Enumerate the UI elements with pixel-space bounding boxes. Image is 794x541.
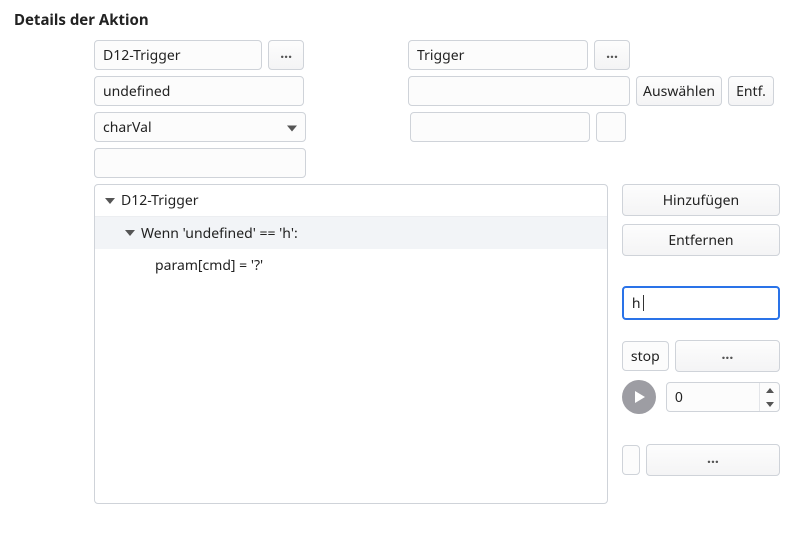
trigger-type-input[interactable]: Trigger xyxy=(408,40,588,70)
charval-small-input[interactable] xyxy=(596,112,626,142)
delay-value: 0 xyxy=(667,383,759,411)
trigger-name-input[interactable]: D12-Trigger xyxy=(94,40,262,70)
remove-button-label: Entfernen xyxy=(668,231,733,250)
tree-node-condition[interactable]: Wenn 'undefined' == 'h': xyxy=(95,217,607,249)
remove-button[interactable]: Entfernen xyxy=(622,224,780,256)
extra-input[interactable] xyxy=(94,148,306,178)
variable-target-input[interactable] xyxy=(408,76,630,106)
tree-node-assignment-label: param[cmd] = '?' xyxy=(155,256,263,275)
tree-node-condition-label: Wenn 'undefined' == 'h': xyxy=(141,224,298,243)
row-trigger-name: D12-Trigger ... Trigger ... xyxy=(94,40,780,70)
chevron-down-icon xyxy=(287,118,297,137)
trigger-name-value: D12-Trigger xyxy=(103,46,181,65)
ellipsis-icon: ... xyxy=(280,44,292,63)
variable-input[interactable]: undefined xyxy=(94,76,304,106)
text-cursor-icon xyxy=(643,295,644,311)
chevron-up-icon xyxy=(766,388,774,393)
chevron-down-icon xyxy=(125,230,135,236)
remove-short-button[interactable]: Entf. xyxy=(728,76,774,106)
row-charval: charVal xyxy=(94,112,780,142)
charval-mid-input[interactable] xyxy=(410,112,590,142)
trigger-name-more-button[interactable]: ... xyxy=(268,40,304,70)
ellipsis-icon: ... xyxy=(606,44,618,63)
select-button-label: Auswählen xyxy=(643,82,715,101)
tree-node-root[interactable]: D12-Trigger xyxy=(95,185,607,217)
page-title: Details der Aktion xyxy=(14,10,780,30)
tree-node-assignment[interactable]: param[cmd] = '?' xyxy=(95,249,607,281)
condition-value-input[interactable]: h xyxy=(622,286,780,320)
condition-value-text: h xyxy=(632,294,641,313)
ellipsis-icon: ... xyxy=(707,449,719,468)
chevron-down-icon xyxy=(766,402,774,407)
play-row: 0 xyxy=(622,380,780,414)
charval-select[interactable]: charVal xyxy=(94,112,306,142)
command-input[interactable]: stop xyxy=(622,341,669,371)
side-panel: Hinzufügen Entfernen h stop ... 0 xyxy=(622,184,780,504)
chevron-down-icon xyxy=(105,198,115,204)
command-row: stop ... xyxy=(622,340,780,372)
ellipsis-icon: ... xyxy=(721,345,733,364)
command-more-button[interactable]: ... xyxy=(675,340,780,372)
trigger-type-value: Trigger xyxy=(417,46,464,65)
bottom-row: ... xyxy=(622,444,780,476)
trigger-type-more-button[interactable]: ... xyxy=(594,40,630,70)
tree-node-root-label: D12-Trigger xyxy=(121,191,199,210)
variable-value: undefined xyxy=(103,82,170,101)
charval-value: charVal xyxy=(103,118,152,137)
play-icon xyxy=(631,389,647,405)
row-variable: undefined Auswählen Entf. xyxy=(94,76,780,106)
add-button-label: Hinzufügen xyxy=(663,191,740,210)
remove-short-label: Entf. xyxy=(736,82,766,101)
spinner-up-button[interactable] xyxy=(760,383,779,397)
row-extra xyxy=(94,148,780,178)
spinner-down-button[interactable] xyxy=(760,397,779,411)
add-button[interactable]: Hinzufügen xyxy=(622,184,780,216)
delay-spinner[interactable]: 0 xyxy=(666,382,780,412)
bottom-input[interactable] xyxy=(622,445,640,475)
bottom-more-button[interactable]: ... xyxy=(646,444,780,476)
command-value: stop xyxy=(631,347,660,366)
select-button[interactable]: Auswählen xyxy=(636,76,722,106)
action-tree[interactable]: D12-Trigger Wenn 'undefined' == 'h': par… xyxy=(94,184,608,504)
play-button[interactable] xyxy=(622,380,656,414)
